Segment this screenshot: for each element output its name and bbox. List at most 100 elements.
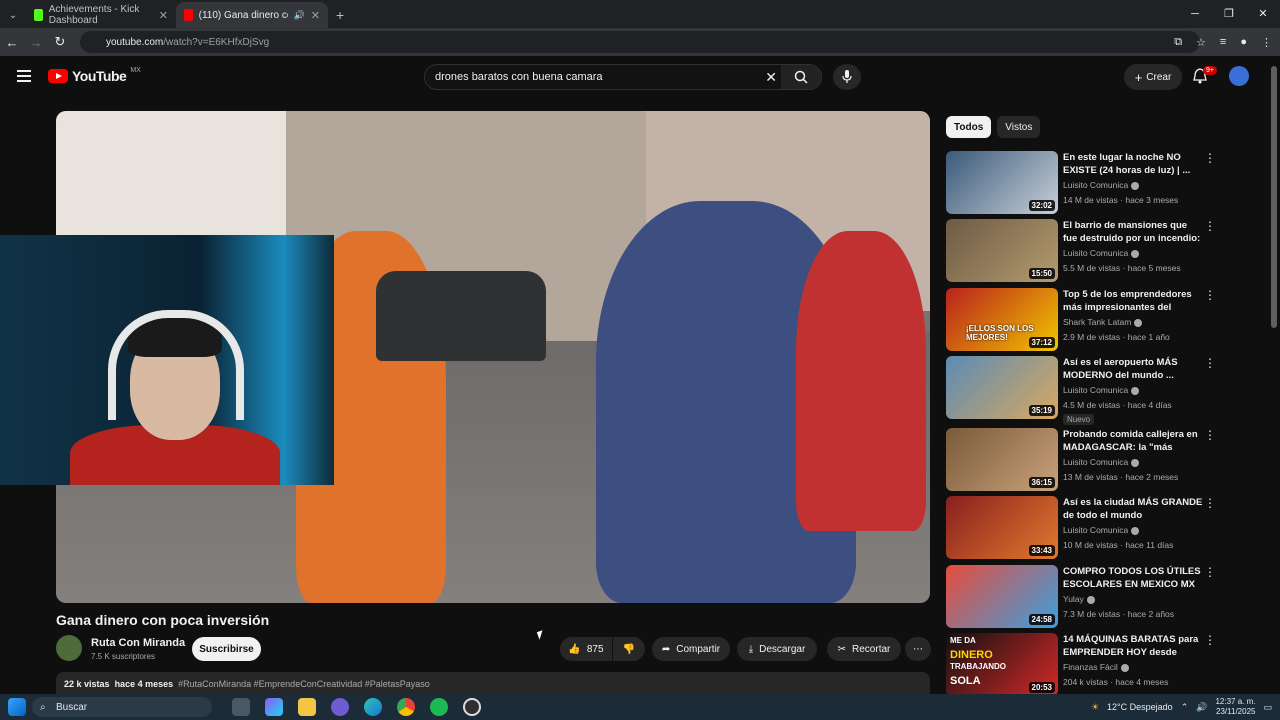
chip-vistos[interactable]: Vistos — [997, 116, 1041, 138]
weather-icon[interactable]: ☀ — [1091, 702, 1099, 713]
clock-time: 12:37 a. m. — [1215, 697, 1256, 706]
profile-icon[interactable]: ● — [1240, 36, 1247, 48]
more-vertical-icon[interactable]: ⋮ — [1204, 288, 1216, 302]
restore-icon[interactable]: ❐ — [1212, 0, 1246, 28]
recommendation-channel[interactable]: Luisito Comunica — [1063, 385, 1140, 395]
close-window-icon[interactable]: ✕ — [1246, 0, 1280, 28]
recommendation-title[interactable]: Así es la ciudad MÁS GRANDE de todo el m… — [1063, 496, 1203, 522]
clear-search-icon[interactable]: ✕ — [765, 69, 777, 86]
clip-button[interactable]: ✂ Recortar — [827, 637, 901, 661]
url-field[interactable]: youtube.com/watch?v=E6KHfxDjSvg — [80, 31, 1200, 53]
recommendation-channel[interactable]: Shark Tank Latam — [1063, 317, 1143, 327]
hamburger-menu-icon[interactable] — [17, 70, 31, 82]
search-button[interactable] — [781, 65, 821, 89]
browser-menu-icon[interactable]: ⋮ — [1261, 36, 1272, 49]
volume-icon[interactable]: 🔊 — [1196, 702, 1207, 713]
recommendation-card[interactable]: 37:12 ¡ELLOS SON LOS MEJORES! Top 5 de los… — [946, 288, 1266, 354]
install-icon[interactable]: ⧉ — [1174, 36, 1182, 49]
hashtags[interactable]: #RutaConMiranda #EmprendeConCreatividad … — [178, 679, 430, 689]
windows-start-icon[interactable] — [8, 698, 26, 716]
weather-text[interactable]: 12°C Despejado — [1107, 702, 1173, 712]
recommendation-title[interactable]: En este lugar la noche NO EXISTE (24 hor… — [1063, 151, 1203, 177]
recommendation-channel[interactable]: Yulay — [1063, 594, 1095, 604]
back-icon[interactable]: ← — [0, 35, 24, 50]
channel-name[interactable]: Ruta Con Miranda — [91, 637, 185, 649]
new-tab-button[interactable]: + — [328, 2, 352, 28]
speaker-icon[interactable]: 🔊 — [294, 10, 305, 21]
reload-icon[interactable]: ↻ — [48, 34, 72, 50]
copilot-icon[interactable] — [265, 698, 283, 716]
minimize-icon[interactable]: ─ — [1178, 0, 1212, 28]
account-avatar[interactable] — [1229, 66, 1249, 86]
taskbar-search[interactable]: ⌕ Buscar — [32, 697, 212, 717]
browser-tab-youtube[interactable]: (110) Gana dinero con poca 🔊 ✕ — [176, 2, 328, 28]
forward-icon[interactable]: → — [24, 35, 48, 50]
clock[interactable]: 12:37 a. m. 23/11/2025 — [1215, 697, 1255, 717]
browser-tab-kick[interactable]: Achievements - Kick Dashboard ✕ — [26, 2, 176, 28]
more-vertical-icon[interactable]: ⋮ — [1204, 633, 1216, 647]
recommendation-title[interactable]: Así es el aeropuerto MÁS MODERNO del mun… — [1063, 356, 1203, 382]
close-tab-icon[interactable]: ✕ — [159, 9, 168, 22]
more-vertical-icon[interactable]: ⋮ — [1204, 565, 1216, 579]
recommendation-channel[interactable]: Luisito Comunica — [1063, 248, 1140, 258]
channel-avatar[interactable] — [56, 635, 82, 661]
recommendation-card[interactable]: 32:02 En este lugar la noche NO EXISTE (2… — [946, 151, 1266, 217]
recommendation-card[interactable]: 15:50 El barrio de mansiones que fue dest… — [946, 219, 1266, 285]
like-button[interactable]: 👍 875 — [560, 637, 612, 661]
media-control-icon[interactable]: ≡ — [1220, 36, 1226, 48]
recommendation-card[interactable]: 33:43 Así es la ciudad MÁS GRANDE de todo… — [946, 496, 1266, 562]
subscribe-button[interactable]: Suscribirse — [192, 637, 261, 661]
edge-icon[interactable] — [364, 698, 382, 716]
search-input[interactable]: drones baratos con buena camara ✕ — [424, 64, 822, 90]
recommendation-card[interactable]: 20:53 ME DA DINERO TRABAJANDO SOLA 14 MÁQUINA… — [946, 633, 1266, 699]
search-icon — [794, 70, 808, 84]
create-button[interactable]: + Crear — [1124, 64, 1182, 90]
video-thumbnail[interactable]: 36:15 — [946, 428, 1058, 491]
share-button[interactable]: ➦ Compartir — [652, 637, 730, 661]
bookmark-star-icon[interactable]: ☆ — [1196, 36, 1206, 49]
voice-search-button[interactable] — [833, 64, 861, 90]
page-scrollbar[interactable] — [1271, 66, 1277, 328]
recommendation-title[interactable]: COMPRO TODOS LOS ÚTILES ESCOLARES EN MEX… — [1063, 565, 1203, 591]
more-vertical-icon[interactable]: ⋮ — [1204, 428, 1216, 442]
dislike-button[interactable]: 👎 — [613, 637, 645, 661]
file-explorer-icon[interactable] — [298, 698, 316, 716]
video-thumbnail[interactable]: 15:50 — [946, 219, 1058, 282]
more-vertical-icon[interactable]: ⋮ — [1204, 151, 1216, 165]
video-thumbnail[interactable]: 35:19 — [946, 356, 1058, 419]
task-view-icon[interactable] — [232, 698, 250, 716]
spotify-icon[interactable] — [430, 698, 448, 716]
recommendation-title[interactable]: Top 5 de los emprendedores más impresion… — [1063, 288, 1203, 314]
recommendation-card[interactable]: 24:58 COMPRO TODOS LOS ÚTILES ESCOLARES E… — [946, 565, 1266, 631]
chrome-icon[interactable] — [397, 698, 415, 716]
tray-chevron-icon[interactable]: ⌃ — [1181, 702, 1189, 713]
more-actions-button[interactable]: ⋯ — [905, 637, 931, 661]
video-thumbnail[interactable]: 33:43 — [946, 496, 1058, 559]
notification-center-icon[interactable]: ▭ — [1263, 702, 1272, 713]
video-thumbnail[interactable]: 32:02 — [946, 151, 1058, 214]
recommendation-title[interactable]: Probando comida callejera en MADAGASCAR:… — [1063, 428, 1203, 454]
obs-icon[interactable] — [463, 698, 481, 716]
description-box[interactable]: 22 k vistas hace 4 meses #RutaConMiranda… — [56, 672, 930, 694]
download-button[interactable]: ⤓ Descargar — [737, 637, 817, 661]
video-thumbnail[interactable]: 37:12 ¡ELLOS SON LOS MEJORES! — [946, 288, 1058, 351]
video-thumbnail[interactable]: 20:53 ME DA DINERO TRABAJANDO SOLA — [946, 633, 1058, 696]
recommendation-card[interactable]: 35:19 Así es el aeropuerto MÁS MODERNO de… — [946, 356, 1266, 425]
tab-list-button[interactable]: ⌄ — [0, 2, 26, 28]
chip-todos[interactable]: Todos — [946, 116, 992, 138]
recommendation-channel[interactable]: Luisito Comunica — [1063, 180, 1140, 190]
close-tab-icon[interactable]: ✕ — [311, 9, 320, 22]
more-vertical-icon[interactable]: ⋮ — [1204, 356, 1216, 370]
more-vertical-icon[interactable]: ⋮ — [1204, 496, 1216, 510]
recommendation-card[interactable]: 36:15 Probando comida callejera en MADAGA… — [946, 428, 1266, 494]
youtube-header: YouTube MX drones baratos con buena cama… — [0, 56, 1280, 98]
video-thumbnail[interactable]: 24:58 — [946, 565, 1058, 628]
recommendation-title[interactable]: 14 MÁQUINAS BARATAS para EMPRENDER HOY d… — [1063, 633, 1203, 659]
chat-app-icon[interactable] — [331, 698, 349, 716]
youtube-logo[interactable]: YouTube MX — [48, 67, 141, 84]
more-vertical-icon[interactable]: ⋮ — [1204, 219, 1216, 233]
recommendation-title[interactable]: El barrio de mansiones que fue destruido… — [1063, 219, 1203, 245]
recommendation-channel[interactable]: Luisito Comunica — [1063, 525, 1140, 535]
recommendation-channel[interactable]: Luisito Comunica — [1063, 457, 1140, 467]
recommendation-channel[interactable]: Finanzas Fácil — [1063, 662, 1129, 672]
